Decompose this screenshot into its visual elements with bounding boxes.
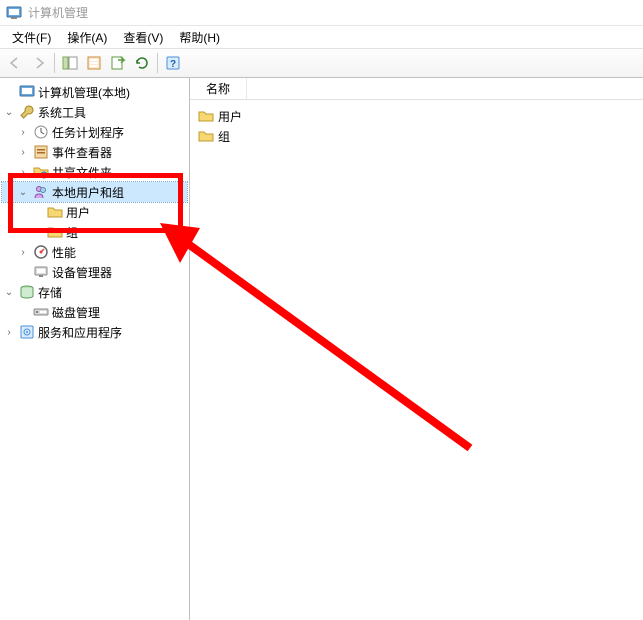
users-group-icon [33,184,49,200]
svg-text:?: ? [170,59,176,70]
toolbar-separator [157,53,158,73]
tree-label: 磁盘管理 [52,304,100,321]
tree-label: 共享文件夹 [52,164,112,181]
collapse-icon[interactable]: ⌄ [2,287,16,298]
list-panel: 名称 用户 组 [190,78,643,620]
tree-services-apps[interactable]: › 服务和应用程序 [2,322,187,342]
folder-icon [47,204,63,220]
tree-label: 服务和应用程序 [38,324,122,341]
expand-icon[interactable]: › [16,247,30,258]
toolbar: ? [0,48,643,78]
clock-icon [33,124,49,140]
tree-panel[interactable]: 计算机管理(本地) ⌄ 系统工具 › 任务计划程序 › 事件查看器 › [0,78,190,620]
menu-file[interactable]: 文件(F) [4,27,59,48]
tree-label: 本地用户和组 [52,184,124,201]
tree-groups[interactable]: 组 [2,222,187,242]
tree-shared-folders[interactable]: › 共享文件夹 [2,162,187,182]
list-body[interactable]: 用户 组 [190,100,643,152]
list-item-label: 用户 [218,108,242,125]
tree-label: 存储 [38,284,62,301]
nav-forward-button[interactable] [28,52,50,74]
list-item-groups[interactable]: 组 [198,126,635,146]
mmc-icon [19,84,35,100]
folder-icon [47,224,63,240]
tree-label: 系统工具 [38,104,86,121]
menu-help[interactable]: 帮助(H) [171,27,228,48]
tree-disk-management[interactable]: 磁盘管理 [2,302,187,322]
event-log-icon [33,144,49,160]
app-icon [6,5,22,21]
tree-label: 计算机管理(本地) [38,84,130,101]
services-icon [19,324,35,340]
expand-icon[interactable]: › [16,167,30,178]
storage-icon [19,284,35,300]
tree-label: 组 [66,224,78,241]
tree-users[interactable]: 用户 [2,202,187,222]
tree-event-viewer[interactable]: › 事件查看器 [2,142,187,162]
export-list-button[interactable] [107,52,129,74]
tree-storage[interactable]: ⌄ 存储 [2,282,187,302]
window-title: 计算机管理 [28,4,88,21]
shared-folder-icon [33,164,49,180]
help-button[interactable]: ? [162,52,184,74]
tree-device-manager[interactable]: 设备管理器 [2,262,187,282]
collapse-icon[interactable]: ⌄ [16,187,30,198]
nav-back-button[interactable] [4,52,26,74]
performance-icon [33,244,49,260]
folder-icon [198,108,214,124]
list-item-users[interactable]: 用户 [198,106,635,126]
tree-task-scheduler[interactable]: › 任务计划程序 [2,122,187,142]
expand-icon[interactable]: › [16,127,30,138]
properties-button[interactable] [83,52,105,74]
tree-label: 性能 [52,244,76,261]
expand-icon[interactable]: › [16,147,30,158]
tree-system-tools[interactable]: ⌄ 系统工具 [2,102,187,122]
list-item-label: 组 [218,128,230,145]
collapse-icon[interactable]: ⌄ [2,107,16,118]
tree-label: 事件查看器 [52,144,112,161]
tree-label: 设备管理器 [52,264,112,281]
disk-icon [33,304,49,320]
tree-local-users-groups[interactable]: ⌄ 本地用户和组 [2,182,187,202]
tree-performance[interactable]: › 性能 [2,242,187,262]
menu-view[interactable]: 查看(V) [115,27,171,48]
device-manager-icon [33,264,49,280]
tree-root[interactable]: 计算机管理(本地) [2,82,187,102]
title-bar: 计算机管理 [0,0,643,26]
menu-action[interactable]: 操作(A) [59,27,115,48]
refresh-button[interactable] [131,52,153,74]
menu-bar: 文件(F) 操作(A) 查看(V) 帮助(H) [0,26,643,48]
expand-icon[interactable]: › [2,327,16,338]
toolbar-separator [54,53,55,73]
tree-label: 任务计划程序 [52,124,124,141]
list-header: 名称 [190,78,643,100]
column-header-name[interactable]: 名称 [190,78,247,99]
tree-label: 用户 [66,204,90,221]
show-hide-tree-button[interactable] [59,52,81,74]
wrench-icon [19,104,35,120]
folder-icon [198,128,214,144]
